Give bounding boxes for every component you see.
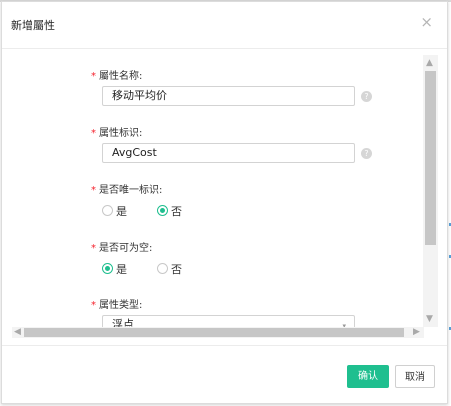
close-icon[interactable]: ×	[420, 15, 433, 30]
horizontal-scroll-thumb[interactable]	[24, 328, 404, 337]
horizontal-scrollbar[interactable]: ◀ ▶	[12, 327, 424, 338]
attribute-type-label: * 属性类型:	[91, 300, 143, 311]
radio-label: 否	[171, 205, 182, 218]
scroll-up-icon[interactable]: ▲	[426, 58, 433, 68]
attribute-identifier-label: * 属性标识:	[91, 128, 143, 139]
attribute-name-input[interactable]: 移动平均价	[102, 86, 355, 106]
help-icon[interactable]: ?	[361, 148, 372, 159]
form-scroll-area: * 屬性名称: 移动平均价 ? * 属性标识: AvgCost ? * 是否唯一标识:…	[12, 55, 424, 327]
dialog-header: 新增屬性 ×	[2, 2, 447, 49]
confirm-button[interactable]: 确认	[347, 365, 389, 388]
required-mark: *	[91, 300, 96, 311]
radio-label: 是	[116, 205, 127, 218]
cancel-button[interactable]: 取消	[395, 365, 435, 388]
radio-circle	[157, 263, 168, 274]
dialog-footer: 确认 取消	[2, 345, 447, 403]
dialog-title: 新增屬性	[11, 19, 55, 32]
vertical-scroll-thumb[interactable]	[425, 71, 436, 245]
scroll-right-icon[interactable]: ▶	[413, 327, 420, 337]
scroll-down-icon[interactable]: ▼	[426, 314, 433, 324]
attribute-type-value: 浮点	[112, 318, 134, 327]
required-mark: *	[91, 71, 96, 82]
required-mark: *	[91, 243, 96, 254]
radio-label: 是	[116, 263, 127, 276]
unique-identifier-label: * 是否唯一标识:	[91, 185, 163, 196]
nullable-label: * 是否可为空:	[91, 243, 153, 254]
attribute-type-select[interactable]: 浮点 ▾	[102, 315, 355, 327]
radio-circle-selected	[102, 263, 113, 274]
radio-circle	[102, 205, 113, 216]
scroll-left-icon[interactable]: ◀	[14, 327, 21, 337]
chevron-down-icon: ▾	[342, 322, 346, 327]
dialog-body: * 屬性名称: 移动平均价 ? * 属性标识: AvgCost ? * 是否唯一标识:…	[2, 49, 447, 345]
help-icon[interactable]: ?	[361, 91, 372, 102]
required-mark: *	[91, 185, 96, 196]
attribute-name-label: * 屬性名称:	[91, 71, 143, 82]
required-mark: *	[91, 128, 96, 139]
attribute-identifier-input[interactable]: AvgCost	[102, 143, 355, 163]
vertical-scrollbar[interactable]: ▲ ▼	[423, 55, 438, 327]
radio-label: 否	[171, 263, 182, 276]
radio-circle-selected	[157, 205, 168, 216]
add-attribute-dialog: 新增屬性 × * 屬性名称: 移动平均价 ? * 属性标识: AvgCost ? *…	[1, 1, 448, 404]
